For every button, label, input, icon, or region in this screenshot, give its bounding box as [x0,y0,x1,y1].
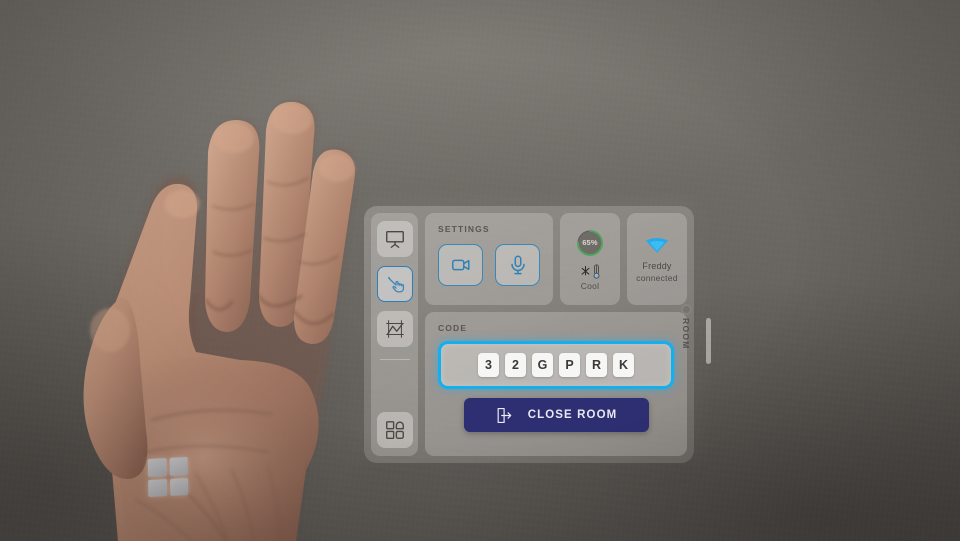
code-char: 2 [505,353,526,377]
climate-gauge: 65% [575,228,605,258]
whiteboard-icon [385,230,404,248]
code-card: CODE 3 2 G P R K CLOSE ROOM [425,312,687,456]
code-char: P [559,353,580,377]
close-room-button[interactable]: CLOSE ROOM [463,398,649,432]
room-tab-label: ROOM [681,318,691,350]
code-label: CODE [438,323,468,333]
chart-icon [385,320,404,338]
exit-door-icon [497,407,512,423]
snowflake-thermometer-icon [580,263,601,279]
pointing-hand-icon [387,277,404,293]
video-camera-icon [451,259,470,271]
rail-divider [379,359,410,360]
sidebar-item-apps[interactable] [376,412,413,448]
climate-card[interactable]: 65% Cool [560,213,620,305]
ar-projection-screenshot: SETTINGS 65% Cool Freddy connected CODE … [0,0,960,541]
sidebar-item-whiteboard[interactable] [376,221,413,257]
settings-card: SETTINGS [425,213,553,305]
network-ssid: Freddy [642,260,672,271]
climate-mode: Cool [580,280,600,291]
microphone-toggle-button[interactable] [495,244,540,286]
code-field[interactable]: 3 2 G P R K [438,341,674,389]
sidebar-rail [371,213,418,456]
wifi-icon [645,237,669,253]
network-status: connected [636,272,678,283]
camera-toggle-button[interactable] [438,244,483,286]
climate-percent: 65% [582,238,598,247]
code-char: 3 [478,353,499,377]
code-char: K [613,353,634,377]
microphone-icon [510,255,525,275]
room-side-tab[interactable]: ROOM [676,306,696,376]
sidebar-item-chart[interactable] [376,311,413,347]
settings-label: SETTINGS [438,224,490,234]
settings-toggles [438,244,540,286]
sidebar-item-pointer[interactable] [376,266,413,302]
code-char: R [586,353,607,377]
panel-content: SETTINGS 65% Cool Freddy connected CODE … [425,213,687,456]
control-panel: SETTINGS 65% Cool Freddy connected CODE … [364,206,694,463]
side-tab-dot-icon [682,306,690,313]
close-room-label: CLOSE ROOM [527,409,618,421]
top-row: SETTINGS 65% Cool Freddy connected [425,213,687,305]
panel-scrollbar[interactable] [706,318,711,364]
code-char: G [532,353,553,377]
network-card[interactable]: Freddy connected [627,213,687,305]
apps-grid-icon [385,421,404,439]
